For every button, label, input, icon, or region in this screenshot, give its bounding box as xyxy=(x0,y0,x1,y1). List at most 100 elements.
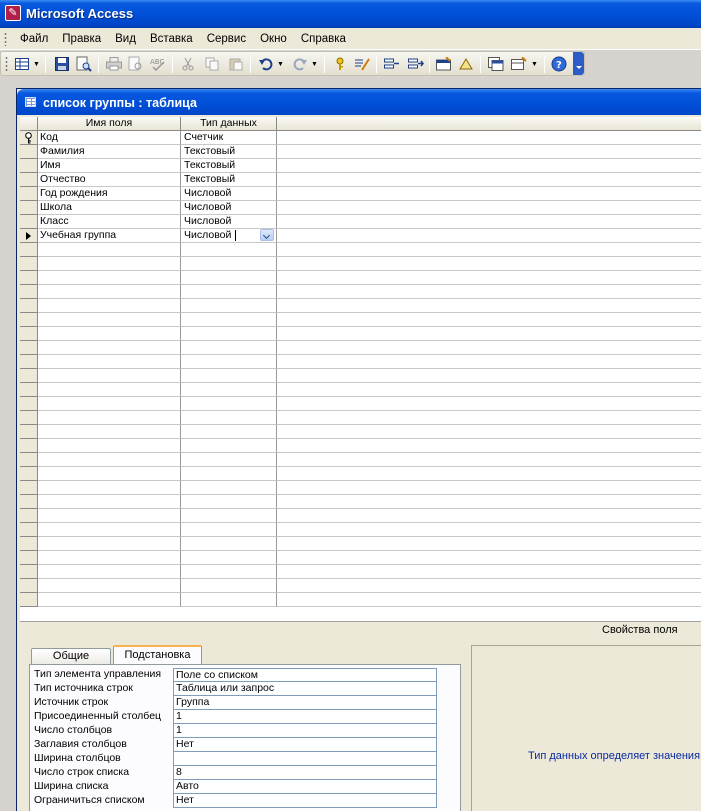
field-name-cell[interactable] xyxy=(38,355,181,369)
help-icon[interactable]: ? xyxy=(550,55,568,73)
description-cell[interactable] xyxy=(277,397,701,411)
description-cell[interactable] xyxy=(277,551,701,565)
data-type-cell[interactable] xyxy=(181,271,277,285)
field-name-cell[interactable] xyxy=(38,299,181,313)
field-name-cell[interactable] xyxy=(38,495,181,509)
description-cell[interactable] xyxy=(277,327,701,341)
empty-field-row[interactable] xyxy=(20,593,701,607)
field-name-cell[interactable] xyxy=(38,425,181,439)
description-cell[interactable] xyxy=(277,355,701,369)
row-selector[interactable] xyxy=(20,481,38,495)
view-icon[interactable] xyxy=(13,55,31,73)
data-type-cell[interactable] xyxy=(181,537,277,551)
database-window-icon[interactable] xyxy=(487,55,505,73)
row-selector[interactable] xyxy=(20,425,38,439)
empty-field-row[interactable] xyxy=(20,425,701,439)
field-name-cell[interactable] xyxy=(38,537,181,551)
field-name-cell[interactable] xyxy=(38,509,181,523)
data-type-cell[interactable] xyxy=(181,355,277,369)
description-cell[interactable] xyxy=(277,131,701,145)
data-type-cell[interactable] xyxy=(181,257,277,271)
description-cell[interactable] xyxy=(277,159,701,173)
insert-rows-icon[interactable] xyxy=(383,55,401,73)
property-value-field[interactable]: Таблица или запрос xyxy=(173,682,437,696)
description-cell[interactable] xyxy=(277,215,701,229)
field-name-cell[interactable] xyxy=(38,439,181,453)
description-cell[interactable] xyxy=(277,369,701,383)
field-name-cell[interactable]: Имя xyxy=(38,159,181,173)
field-name-cell[interactable] xyxy=(38,369,181,383)
field-name-cell[interactable] xyxy=(38,313,181,327)
paste-icon[interactable] xyxy=(227,55,245,73)
empty-field-row[interactable] xyxy=(20,551,701,565)
copy-icon[interactable] xyxy=(203,55,221,73)
data-type-cell[interactable] xyxy=(181,425,277,439)
empty-field-row[interactable] xyxy=(20,299,701,313)
row-selector-header[interactable] xyxy=(20,117,38,131)
build-icon[interactable] xyxy=(457,55,475,73)
property-value-field[interactable]: 8 xyxy=(173,766,437,780)
row-selector[interactable] xyxy=(20,229,38,243)
data-type-cell[interactable]: Числовой xyxy=(181,201,277,215)
description-cell[interactable] xyxy=(277,341,701,355)
row-selector[interactable] xyxy=(20,285,38,299)
print-preview-page-icon[interactable] xyxy=(127,55,145,73)
row-selector[interactable] xyxy=(20,271,38,285)
property-value-field[interactable] xyxy=(173,752,437,766)
data-type-cell[interactable]: Текстовый xyxy=(181,173,277,187)
description-cell[interactable] xyxy=(277,439,701,453)
tab-general[interactable]: Общие xyxy=(31,648,111,664)
data-type-cell[interactable] xyxy=(181,383,277,397)
field-name-cell[interactable]: Отчество xyxy=(38,173,181,187)
row-selector[interactable] xyxy=(20,467,38,481)
menu-item[interactable]: Файл xyxy=(13,31,55,47)
row-selector[interactable] xyxy=(20,131,38,145)
field-name-cell[interactable] xyxy=(38,453,181,467)
field-name-cell[interactable] xyxy=(38,285,181,299)
data-type-cell[interactable] xyxy=(181,327,277,341)
toolbar-options-button[interactable] xyxy=(573,52,584,75)
data-type-cell[interactable] xyxy=(181,285,277,299)
data-type-cell[interactable] xyxy=(181,369,277,383)
toolbar-grip-handle[interactable] xyxy=(5,56,8,72)
field-name-cell[interactable] xyxy=(38,243,181,257)
data-type-cell[interactable] xyxy=(181,523,277,537)
empty-field-row[interactable] xyxy=(20,397,701,411)
description-cell[interactable] xyxy=(277,285,701,299)
print-preview-icon[interactable] xyxy=(75,55,93,73)
row-selector[interactable] xyxy=(20,579,38,593)
row-selector[interactable] xyxy=(20,215,38,229)
field-name-cell[interactable] xyxy=(38,593,181,607)
data-type-cell[interactable] xyxy=(181,593,277,607)
description-cell[interactable] xyxy=(277,271,701,285)
description-cell[interactable] xyxy=(277,173,701,187)
empty-field-row[interactable] xyxy=(20,579,701,593)
field-name-cell[interactable]: Фамилия xyxy=(38,145,181,159)
field-row[interactable]: Учебная группа Числовой xyxy=(20,229,701,243)
field-row[interactable]: Код Счетчик xyxy=(20,131,701,145)
redo-icon[interactable] xyxy=(291,55,309,73)
app-title-bar[interactable]: ✎ Microsoft Access xyxy=(0,0,701,28)
description-cell[interactable] xyxy=(277,313,701,327)
data-type-dropdown-button[interactable] xyxy=(260,229,274,241)
empty-field-row[interactable] xyxy=(20,327,701,341)
field-name-cell[interactable] xyxy=(38,523,181,537)
builder-icon[interactable] xyxy=(353,55,371,73)
properties-icon[interactable] xyxy=(435,55,453,73)
empty-field-row[interactable] xyxy=(20,257,701,271)
empty-field-row[interactable] xyxy=(20,439,701,453)
field-row[interactable]: Отчество Текстовый xyxy=(20,173,701,187)
empty-field-row[interactable] xyxy=(20,383,701,397)
row-selector[interactable] xyxy=(20,201,38,215)
empty-field-row[interactable] xyxy=(20,411,701,425)
row-selector[interactable] xyxy=(20,355,38,369)
empty-field-row[interactable] xyxy=(20,369,701,383)
menu-item[interactable]: Правка xyxy=(55,31,108,47)
redo-dropdown-arrow[interactable]: ▼ xyxy=(311,55,318,73)
data-type-cell[interactable]: Счетчик xyxy=(181,131,277,145)
empty-field-row[interactable] xyxy=(20,467,701,481)
field-row[interactable]: Школа Числовой xyxy=(20,201,701,215)
empty-field-row[interactable] xyxy=(20,495,701,509)
data-type-cell[interactable] xyxy=(181,481,277,495)
field-name-cell[interactable]: Учебная группа xyxy=(38,229,181,243)
